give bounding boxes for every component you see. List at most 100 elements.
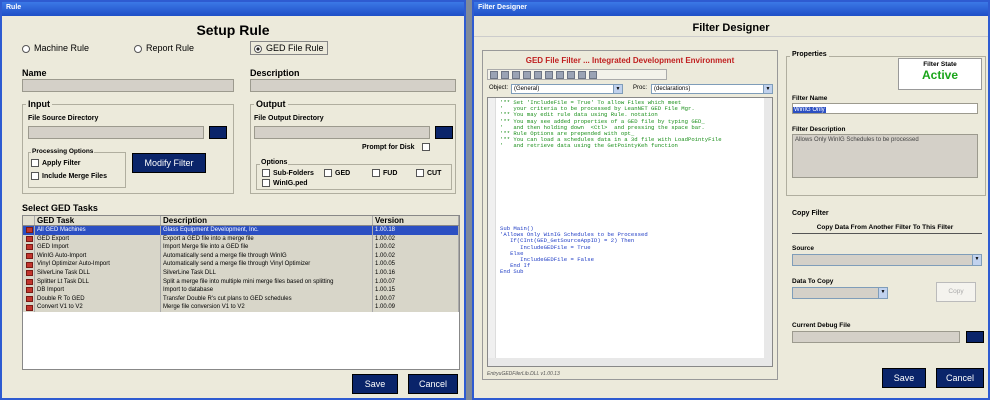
column-ged-task[interactable]: GED Task <box>35 216 161 225</box>
browse-output-button[interactable] <box>435 126 453 139</box>
table-row[interactable]: Double R To GED Transfer Double R's cut p… <box>23 294 459 304</box>
redo-icon[interactable] <box>589 71 597 79</box>
apply-filter-checkbox[interactable]: Apply Filter <box>31 159 81 167</box>
browse-debug-button[interactable] <box>966 331 984 343</box>
radio-selected-icon[interactable] <box>254 44 262 53</box>
object-label: Object: <box>489 85 509 91</box>
table-row[interactable]: GED Export Export a GED file into a merge… <box>23 234 459 244</box>
table-row[interactable]: GED Import Import Merge file into a GED f… <box>23 243 459 252</box>
column-version[interactable]: Version <box>373 216 459 225</box>
object-select[interactable]: (General) ▼ <box>511 84 623 94</box>
name-input[interactable] <box>22 79 234 92</box>
task-icon <box>23 303 35 312</box>
table-row[interactable]: Convert V1 to V2 Merge file conversion V1… <box>23 303 459 312</box>
modify-filter-button[interactable]: Modify Filter <box>132 153 206 173</box>
browse-source-button[interactable] <box>209 126 227 139</box>
options-title: Options <box>260 159 289 166</box>
table-row[interactable]: All GED Machines Glass Equipment Developm… <box>23 226 459 235</box>
code-editor[interactable]: '** Set 'IncludeFile = True' To allow Fi… <box>487 97 773 367</box>
checkbox-icon[interactable] <box>262 169 270 177</box>
rule-type-report[interactable]: Report Rule <box>134 43 194 53</box>
task-description: Split a merge file into multiple mini me… <box>161 277 373 287</box>
save-button[interactable]: Save <box>882 368 926 388</box>
task-name: DB Import <box>35 286 161 295</box>
filter-name-label: Filter Name <box>792 95 828 102</box>
column-description[interactable]: Description <box>161 216 373 225</box>
filter-state-value: Active <box>921 68 959 82</box>
task-version: 1.00.02 <box>373 243 459 252</box>
task-icon <box>23 277 35 287</box>
task-description: Export a GED file into a merge file <box>161 234 373 244</box>
task-name: Splitter Lt Task DLL <box>35 277 161 287</box>
step-icon[interactable] <box>545 71 553 79</box>
filter-state-label: Filter State <box>923 61 957 68</box>
task-name: WinIG Auto-Import <box>35 251 161 261</box>
cancel-button[interactable]: Cancel <box>936 368 984 388</box>
save-button[interactable]: Save <box>352 374 398 394</box>
stop-icon[interactable] <box>523 71 531 79</box>
code-comment-line: ' and retrieve data using the GetPointyK… <box>500 142 678 150</box>
table-row[interactable]: DB Import Import to database 1.00.15 <box>23 286 459 295</box>
task-version: 1.00.16 <box>373 268 459 278</box>
editor-vscrollbar[interactable] <box>764 98 772 360</box>
cancel-button[interactable]: Cancel <box>408 374 458 394</box>
radio-icon[interactable] <box>22 44 30 53</box>
chevron-down-icon[interactable]: ▼ <box>763 85 772 93</box>
task-description: Automatically send a merge file through … <box>161 251 373 261</box>
checkbox-icon[interactable] <box>372 169 380 177</box>
include-merge-checkbox[interactable]: Include Merge Files <box>31 172 107 180</box>
watch-icon[interactable] <box>567 71 575 79</box>
chevron-down-icon[interactable]: ▼ <box>972 255 981 265</box>
checkbox-icon[interactable] <box>324 169 332 177</box>
rule-type-machine[interactable]: Machine Rule <box>22 43 89 53</box>
task-icon <box>23 294 35 304</box>
filter-name-input[interactable]: WinIG Only <box>792 103 978 114</box>
file-output-label: File Output Directory <box>254 115 324 122</box>
breakpoint-icon[interactable] <box>556 71 564 79</box>
option-cut[interactable]: CUT <box>416 169 441 177</box>
checkbox-icon[interactable] <box>31 172 39 180</box>
proc-select[interactable]: (declarations) ▼ <box>651 84 773 94</box>
source-select[interactable]: ▼ <box>792 254 982 266</box>
filter-desc-input[interactable]: Allows Only WinIG Schedules to be proces… <box>792 134 978 178</box>
find-icon[interactable] <box>534 71 542 79</box>
option-sub-folders[interactable]: Sub-Folders <box>262 169 314 177</box>
chevron-down-icon[interactable]: ▼ <box>878 288 887 298</box>
chevron-down-icon[interactable]: ▼ <box>613 85 622 93</box>
editor-hscrollbar[interactable] <box>488 358 772 366</box>
copy-button[interactable]: Copy <box>936 282 976 302</box>
prompt-disk-checkbox[interactable]: Prompt for Disk <box>362 143 433 151</box>
option-fud[interactable]: FUD <box>372 169 397 177</box>
task-version: 1.00.07 <box>373 294 459 304</box>
option-ged[interactable]: GED <box>324 169 350 177</box>
table-row[interactable]: Vinyl Optimizer Auto-Import Automatically… <box>23 260 459 269</box>
checkbox-icon[interactable] <box>422 143 431 151</box>
table-row[interactable]: WinIG Auto-Import Automatically send a me… <box>23 251 459 261</box>
task-version: 1.00.07 <box>373 277 459 287</box>
debug-file-label: Current Debug File <box>792 322 851 329</box>
debug-file-input[interactable] <box>792 331 960 343</box>
ide-title: GED File Filter ... Integrated Developme… <box>525 56 735 65</box>
checkbox-icon[interactable] <box>416 169 424 177</box>
data-to-copy-select[interactable]: ▼ <box>792 287 888 299</box>
task-version: 1.00.02 <box>373 251 459 261</box>
task-icon <box>23 260 35 269</box>
rule-type-ged-file[interactable]: GED File Rule <box>250 41 328 55</box>
radio-icon[interactable] <box>134 44 142 53</box>
checkbox-icon[interactable] <box>262 179 270 187</box>
file-source-label: File Source Directory <box>28 115 99 122</box>
checkbox-icon[interactable] <box>31 159 39 167</box>
filter-designer-window: Filter Designer Filter Designer GED File… <box>472 0 990 400</box>
task-version: 1.00.09 <box>373 303 459 312</box>
run-icon[interactable] <box>501 71 509 79</box>
table-row[interactable]: SilverLine Task DLL SilverLine Task DLL 1.… <box>23 268 459 278</box>
table-row[interactable]: Splitter Lt Task DLL Split a merge file i… <box>23 277 459 287</box>
toolbar-icon[interactable] <box>490 71 498 79</box>
pause-icon[interactable] <box>512 71 520 79</box>
file-source-input[interactable] <box>28 126 204 139</box>
undo-icon[interactable] <box>578 71 586 79</box>
option-winig-ped[interactable]: WinIG.ped <box>262 179 308 187</box>
task-icon <box>23 286 35 295</box>
description-input[interactable] <box>250 79 456 92</box>
file-output-input[interactable] <box>254 126 430 139</box>
